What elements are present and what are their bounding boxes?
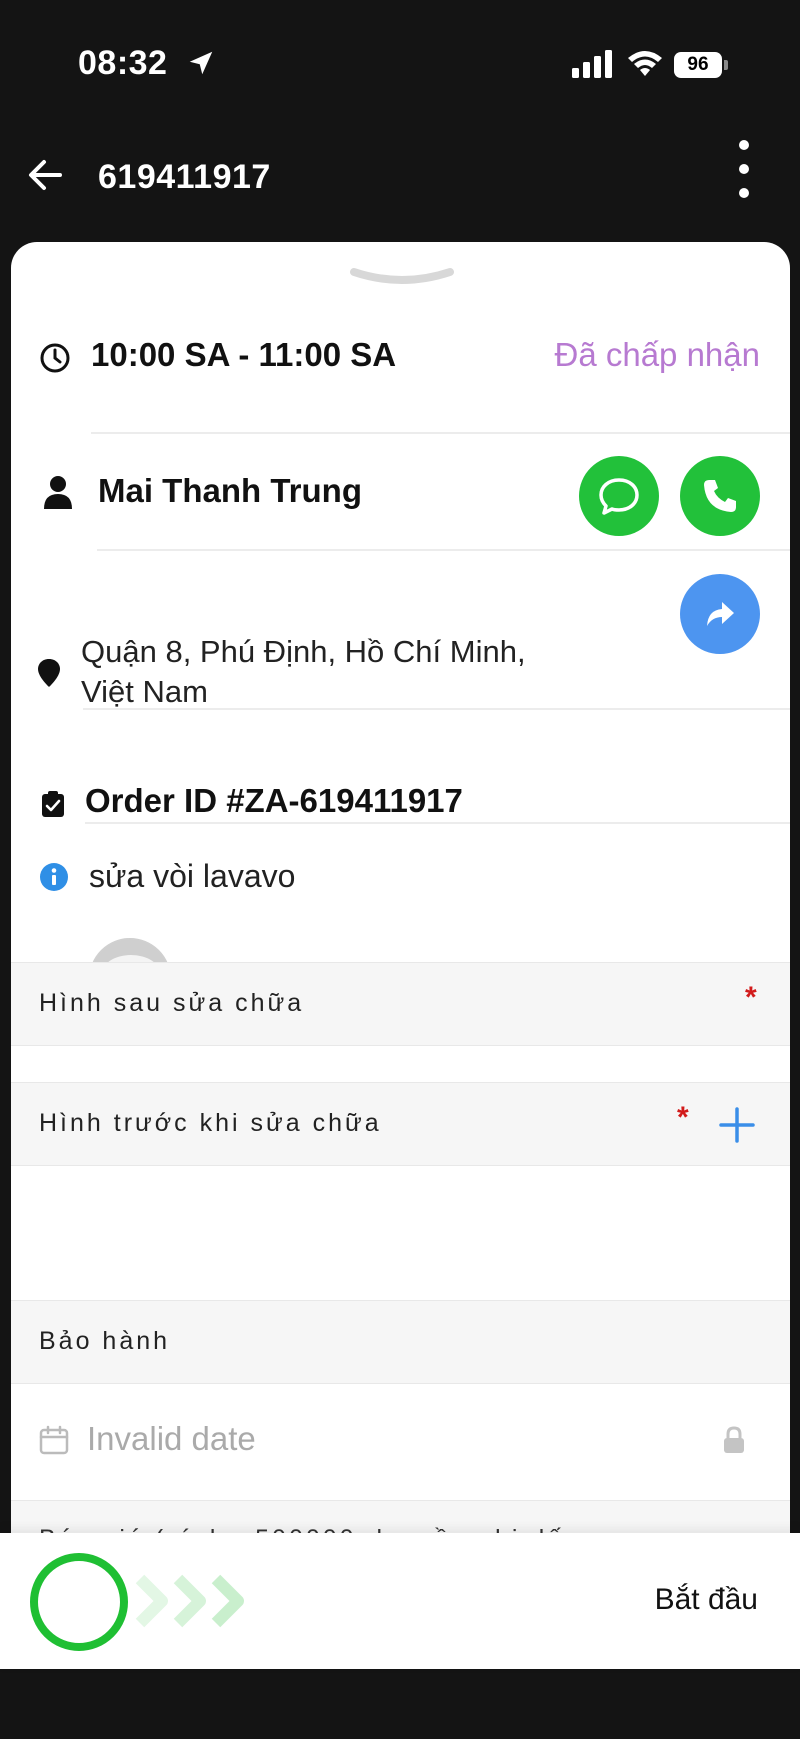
battery-indicator: 96 [674, 52, 722, 78]
app-screen: 08:32 96 619411917 10:00 SA - 11:00 SA Đ… [0, 0, 800, 1739]
after-repair-label: Hình sau sửa chữa [39, 989, 305, 1017]
order-id-row: Order ID #ZA-619411917 [11, 742, 790, 842]
required-mark: * [745, 981, 757, 1014]
info-icon [40, 863, 68, 891]
share-arrow-icon [707, 602, 734, 626]
collapse-handle-icon[interactable] [348, 266, 456, 290]
chat-bubble-icon [599, 478, 639, 515]
page-title: 619411917 [98, 158, 271, 196]
order-clipboard-icon [42, 791, 64, 817]
after-repair-section: Hình sau sửa chữa * [11, 962, 790, 1046]
start-slider-bar: Bắt đầu [0, 1533, 800, 1669]
start-label: Bắt đầu [654, 1583, 758, 1616]
calendar-icon [39, 1425, 69, 1455]
status-time: 08:32 [78, 44, 168, 82]
map-pin-icon [38, 659, 60, 687]
wifi-icon [628, 51, 662, 76]
customer-name: Mai Thanh Trung [98, 472, 362, 509]
phone-icon [704, 480, 736, 512]
before-repair-label: Hình trước khi sửa chữa [39, 1109, 382, 1137]
divider [97, 549, 790, 551]
chevrons-right-icon [135, 1574, 244, 1628]
address-line-2: Việt Nam [81, 674, 208, 709]
chat-button[interactable] [579, 456, 659, 536]
lock-icon [724, 1426, 744, 1453]
warranty-section: Bảo hành [11, 1300, 790, 1384]
time-row: 10:00 SA - 11:00 SA Đã chấp nhận [11, 322, 790, 392]
warranty-date-row [11, 1384, 790, 1500]
battery-tip [724, 60, 728, 70]
status-bar: 08:32 96 [0, 0, 800, 120]
booking-detail-sheet: 10:00 SA - 11:00 SA Đã chấp nhận Mai Tha… [11, 242, 790, 1542]
app-header: 619411917 [0, 120, 800, 224]
time-range: 10:00 SA - 11:00 SA [91, 336, 397, 373]
address-text: Quận 8, Phú Định, Hồ Chí Minh, Việt Nam [81, 632, 621, 712]
cellular-signal-icon [572, 50, 612, 78]
add-photo-plus-icon[interactable] [717, 1105, 757, 1145]
slide-to-start-knob[interactable] [30, 1553, 128, 1651]
location-arrow-icon [189, 51, 213, 75]
before-repair-section: Hình trước khi sửa chữa * [11, 1082, 790, 1166]
divider [85, 822, 790, 824]
address-row: Quận 8, Phú Định, Hồ Chí Minh, Việt Nam [11, 592, 790, 712]
back-arrow-icon[interactable] [22, 152, 68, 198]
more-options-icon[interactable] [724, 134, 764, 208]
required-mark: * [677, 1101, 689, 1134]
directions-button[interactable] [680, 574, 760, 654]
contact-row: Mai Thanh Trung [11, 442, 790, 542]
address-line-1: Quận 8, Phú Định, Hồ Chí Minh, [81, 634, 526, 669]
service-note: sửa vòi lavavo [89, 858, 296, 894]
status-badge: Đã chấp nhận [554, 336, 761, 373]
warranty-date-field[interactable] [87, 1420, 587, 1458]
divider [91, 432, 790, 434]
clock-icon [40, 343, 70, 373]
call-button[interactable] [680, 456, 760, 536]
order-id: Order ID #ZA-619411917 [85, 782, 463, 819]
divider [83, 708, 790, 710]
person-icon [44, 476, 72, 509]
warranty-label: Bảo hành [39, 1327, 171, 1355]
